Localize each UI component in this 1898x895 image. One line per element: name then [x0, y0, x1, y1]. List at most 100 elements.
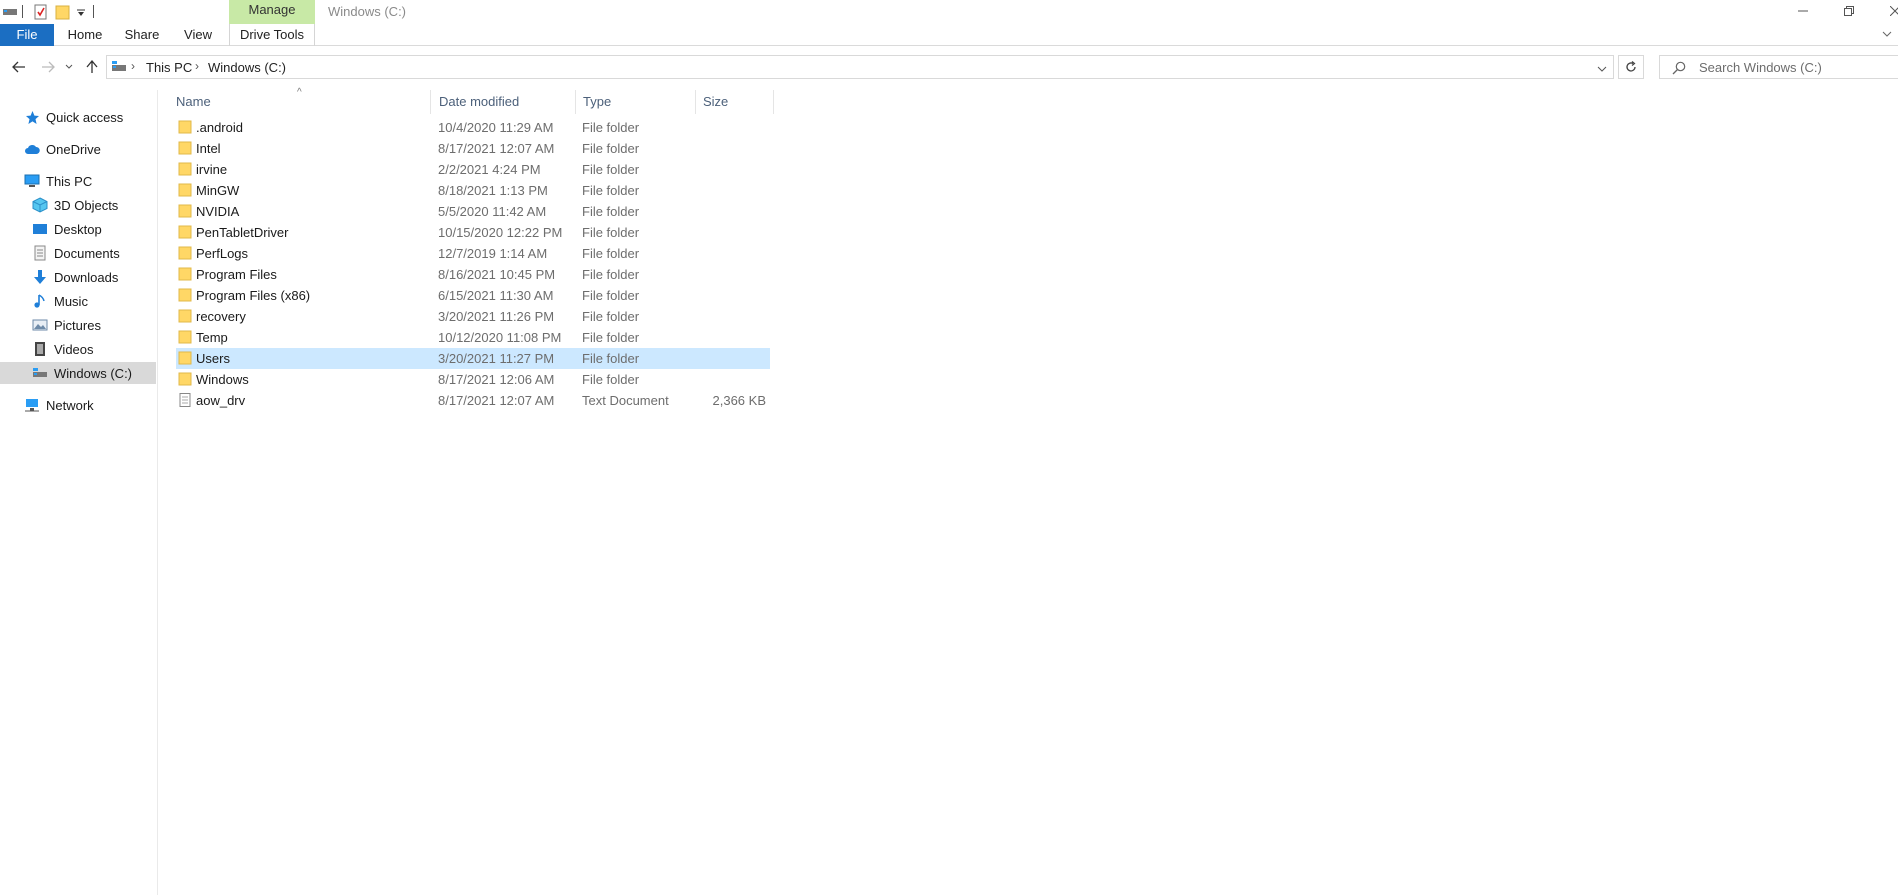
nav-item-label: Documents — [54, 245, 120, 261]
arrow-right-icon — [42, 61, 55, 73]
file-name: Program Files — [196, 267, 277, 282]
chevron-right-icon[interactable]: › — [195, 59, 199, 73]
file-list: ^ Name Date modified Type Size .android 1… — [158, 87, 1898, 895]
drive-icon — [32, 365, 48, 381]
cloud-icon — [24, 141, 40, 157]
manage-context-tab[interactable]: Manage — [229, 0, 315, 24]
file-name: .android — [196, 120, 243, 135]
nav-item-label: Quick access — [46, 109, 124, 125]
nav-item-desktop[interactable]: Desktop — [0, 218, 156, 240]
file-name: recovery — [196, 309, 246, 324]
file-name: PerfLogs — [196, 246, 249, 261]
tab-file[interactable]: File — [0, 24, 54, 46]
file-type: File folder — [582, 330, 640, 345]
nav-item-network[interactable]: Network — [0, 394, 156, 416]
nav-item-music[interactable]: Music — [0, 290, 156, 312]
nav-item-quick-access[interactable]: Quick access — [0, 106, 156, 128]
cube-icon — [32, 197, 48, 213]
refresh-button[interactable] — [1618, 55, 1644, 79]
tab-home[interactable]: Home — [62, 24, 108, 46]
address-history-button[interactable] — [1597, 62, 1607, 77]
table-row[interactable]: PenTabletDriver 10/15/2020 12:22 PM File f… — [176, 222, 770, 243]
file-size: 2,366 KB — [712, 393, 767, 408]
column-header-date-modified[interactable]: Date modified — [419, 90, 564, 114]
table-row[interactable]: MinGW 8/18/2021 1:13 PM File folder — [176, 180, 770, 201]
file-type: File folder — [582, 267, 640, 282]
nav-item-label: This PC — [46, 173, 93, 189]
download-icon — [32, 269, 48, 285]
column-header-name[interactable]: Name — [158, 90, 431, 114]
properties-icon[interactable] — [33, 4, 49, 20]
nav-item-onedrive[interactable]: OneDrive — [0, 138, 156, 160]
file-name: irvine — [196, 162, 228, 177]
tab-view[interactable]: View — [176, 24, 220, 46]
table-row[interactable]: .android 10/4/2020 11:29 AM File folder — [176, 117, 770, 138]
breadcrumb-this-pc[interactable]: This PC — [146, 60, 192, 75]
nav-item-label: Windows (C:) — [54, 365, 133, 381]
file-name: MinGW — [196, 183, 240, 198]
file-type: File folder — [582, 309, 640, 324]
search-box[interactable]: Search Windows (C:) — [1659, 55, 1898, 79]
column-divider[interactable] — [773, 90, 774, 114]
file-type: File folder — [582, 204, 640, 219]
close-button[interactable] — [1872, 0, 1898, 22]
forward-button[interactable] — [38, 58, 58, 76]
search-icon — [1672, 61, 1686, 78]
drive-icon — [2, 4, 18, 20]
chevron-down-icon — [65, 64, 73, 69]
folder-icon — [178, 162, 192, 176]
file-name: Windows — [196, 372, 249, 387]
file-date-modified: 5/5/2020 11:42 AM — [438, 204, 547, 219]
chevron-down-icon — [1597, 66, 1607, 72]
back-button[interactable] — [9, 58, 29, 76]
folder-icon — [178, 267, 192, 281]
column-header-size[interactable]: Size — [683, 90, 763, 114]
table-row[interactable]: PerfLogs 12/7/2019 1:14 AM File folder — [176, 243, 770, 264]
folder-icon — [178, 225, 192, 239]
tab-drive-tools[interactable]: Drive Tools — [229, 24, 315, 46]
nav-item-pictures[interactable]: Pictures — [0, 314, 156, 336]
table-row[interactable]: Temp 10/12/2020 11:08 PM File folder — [176, 327, 770, 348]
new-folder-icon[interactable] — [55, 4, 71, 20]
nav-item-label: Videos — [54, 341, 94, 357]
nav-item-videos[interactable]: Videos — [0, 338, 156, 360]
nav-item-label: 3D Objects — [54, 197, 119, 213]
address-bar[interactable]: › This PC › Windows (C:) — [106, 55, 1614, 79]
table-row[interactable]: Program Files 8/16/2021 10:45 PM File fold… — [176, 264, 770, 285]
nav-item-windows-c[interactable]: Windows (C:) — [0, 362, 156, 384]
folder-icon — [178, 288, 192, 302]
up-button[interactable] — [82, 58, 102, 76]
search-input[interactable]: Search Windows (C:) — [1699, 60, 1822, 75]
minimize-button[interactable] — [1780, 0, 1826, 22]
column-header-type[interactable]: Type — [563, 90, 683, 114]
nav-item-downloads[interactable]: Downloads — [0, 266, 156, 288]
file-name: aow_drv — [196, 393, 246, 408]
breadcrumb-windows-c[interactable]: Windows (C:) — [208, 60, 286, 75]
table-row[interactable]: recovery 3/20/2021 11:26 PM File folder — [176, 306, 770, 327]
file-date-modified: 8/17/2021 12:07 AM — [438, 393, 555, 408]
table-row[interactable]: NVIDIA 5/5/2020 11:42 AM File folder — [176, 201, 770, 222]
table-row[interactable]: aow_drv 8/17/2021 12:07 AM Text Document 2,… — [176, 390, 770, 411]
table-row[interactable]: irvine 2/2/2021 4:24 PM File folder — [176, 159, 770, 180]
file-name: NVIDIA — [196, 204, 240, 219]
nav-item-documents[interactable]: Documents — [0, 242, 156, 264]
table-row[interactable]: Intel 8/17/2021 12:07 AM File folder — [176, 138, 770, 159]
drive-icon — [111, 60, 127, 77]
folder-icon — [178, 330, 192, 344]
table-row[interactable]: Users 3/20/2021 11:27 PM File folder — [176, 348, 770, 369]
nav-item-label: Network — [46, 397, 94, 413]
recent-locations-button[interactable] — [63, 58, 75, 76]
file-type: File folder — [582, 246, 640, 261]
expand-ribbon-button[interactable] — [1882, 27, 1892, 42]
nav-item-this-pc[interactable]: This PC — [0, 170, 156, 192]
folder-icon — [178, 309, 192, 323]
ribbon-tabs: File Home Share View Drive Tools — [0, 24, 1898, 46]
table-row[interactable]: Program Files (x86) 6/15/2021 11:30 AM Fil… — [176, 285, 770, 306]
nav-item-3d-objects[interactable]: 3D Objects — [0, 194, 156, 216]
table-row[interactable]: Windows 8/17/2021 12:06 AM File folder — [176, 369, 770, 390]
restore-button[interactable] — [1826, 0, 1872, 22]
chevron-right-icon: › — [131, 59, 135, 73]
minimize-icon — [1798, 10, 1808, 12]
customize-qat-icon[interactable] — [76, 4, 86, 20]
tab-share[interactable]: Share — [118, 24, 166, 46]
